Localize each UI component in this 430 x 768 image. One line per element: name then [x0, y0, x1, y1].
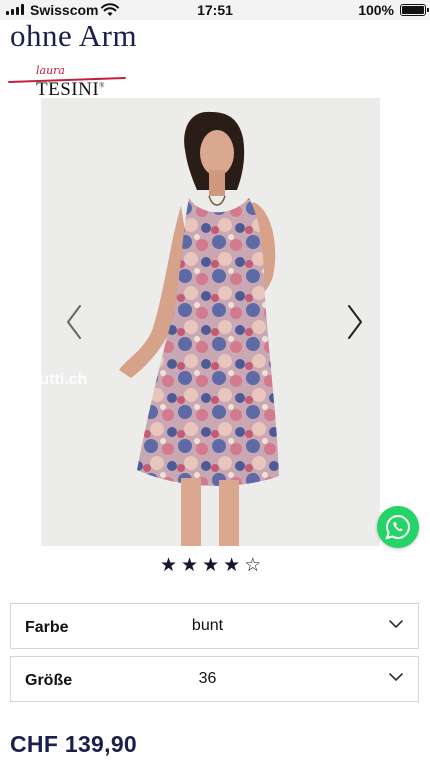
chevron-right-icon[interactable] — [345, 303, 365, 341]
chevron-down-icon — [389, 673, 403, 681]
whatsapp-button[interactable] — [377, 506, 419, 548]
star-filled-icon: ★ — [202, 555, 220, 576]
brand-logo[interactable]: laura TESINI® — [8, 64, 128, 100]
battery-icon — [400, 4, 429, 16]
watermark-text: tutti.ch — [34, 371, 88, 388]
color-select[interactable]: Farbe bunt — [10, 603, 419, 649]
brand-name-text: TESINI — [36, 79, 100, 100]
star-empty-icon: ☆ — [244, 555, 262, 576]
status-bar: Swisscom 17:51 100% — [0, 0, 430, 20]
product-image[interactable] — [41, 98, 380, 546]
color-value: bunt — [191, 617, 224, 634]
size-select[interactable]: Größe 36 — [10, 656, 419, 702]
whatsapp-icon — [385, 514, 410, 540]
dress-photo — [41, 98, 380, 546]
star-filled-icon: ★ — [181, 555, 199, 576]
watermark: tutti.ch — [6, 368, 87, 392]
star-filled-icon: ★ — [160, 555, 178, 576]
product-price: CHF 139,90 — [10, 731, 138, 757]
chevron-down-icon — [389, 620, 403, 628]
brand-registered: ® — [99, 81, 105, 90]
battery-percentage: 100% — [358, 2, 394, 18]
star-filled-icon: ★ — [223, 555, 241, 576]
battery-fill — [402, 6, 424, 14]
rating-stars: ★ ★ ★ ★ ☆ — [160, 556, 261, 576]
product-title: ohne Arm — [10, 18, 138, 53]
size-value: 36 — [198, 670, 217, 687]
watermark-icon — [6, 368, 30, 392]
chevron-left-icon[interactable] — [64, 303, 84, 341]
brand-script: laura — [36, 64, 65, 77]
